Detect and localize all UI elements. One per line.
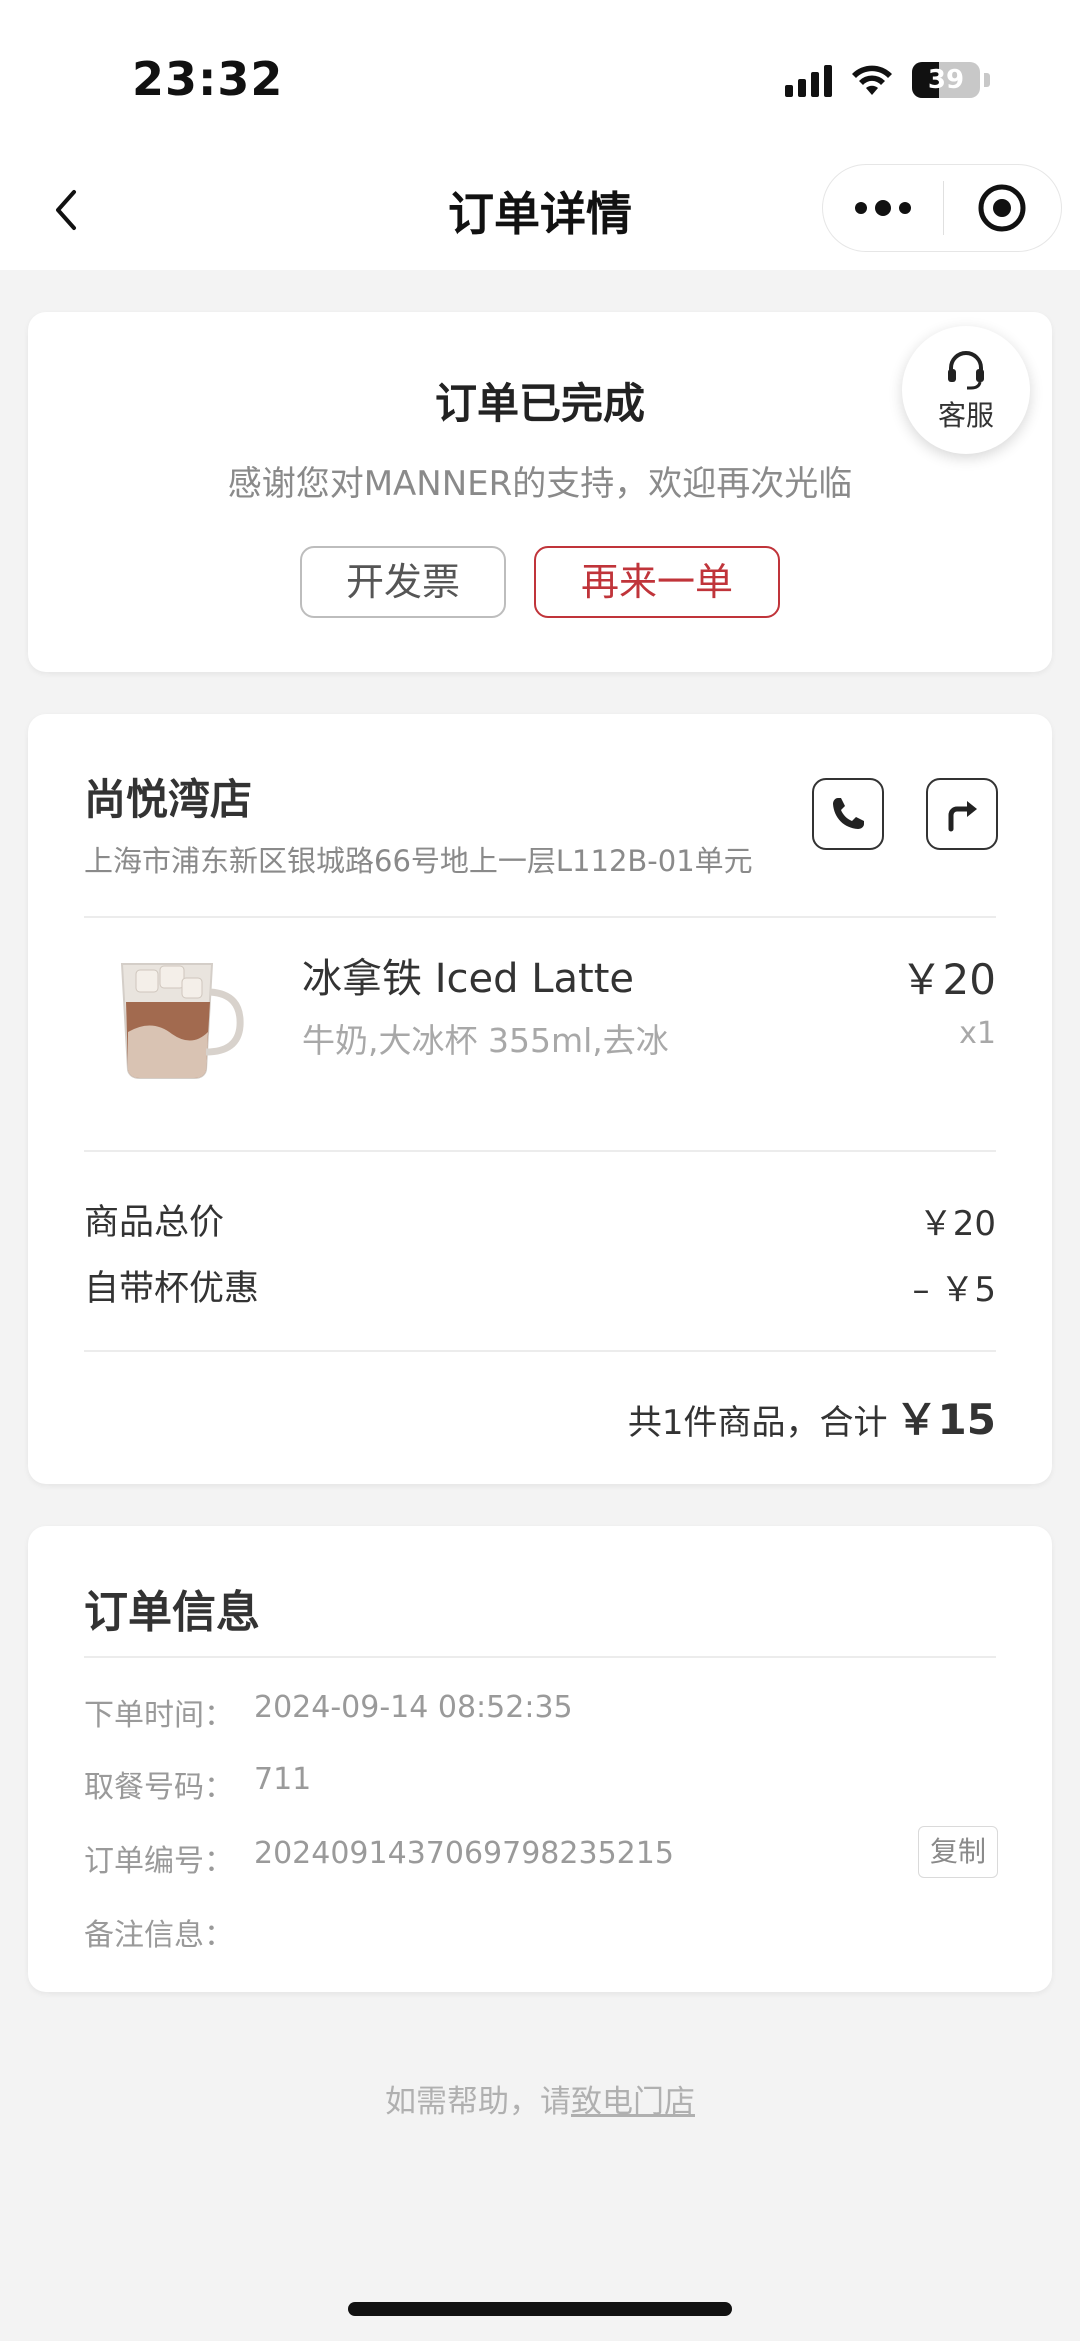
order-status-card: 订单已完成 感谢您对MANNER的支持，欢迎再次光临 开发票 再来一单 — [28, 312, 1052, 672]
copy-order-number-button[interactable]: 复制 — [918, 1826, 998, 1878]
divider — [84, 1150, 996, 1152]
order-status-title: 订单已完成 — [434, 379, 645, 428]
divider — [84, 916, 996, 918]
product-name: 冰拿铁 Iced Latte — [302, 956, 634, 1002]
battery-cap — [984, 73, 990, 87]
subtotal-label: 商品总价 — [84, 1203, 225, 1243]
pickup-number-value: 711 — [254, 1762, 312, 1797]
customer-service-label: 客服 — [937, 399, 994, 432]
turn-right-arrow-icon — [948, 801, 977, 832]
order-time-label: 下单时间： — [84, 1698, 234, 1733]
iced-latte-image — [102, 922, 270, 1090]
close-miniprogram-button[interactable] — [944, 164, 1062, 252]
call-store-button[interactable] — [812, 778, 884, 850]
order-info-title: 订单信息 — [84, 1587, 260, 1638]
battery-level: 39 — [927, 65, 965, 95]
store-address: 上海市浦东新区银城路66号地上一层L112B-01单元 — [84, 844, 753, 878]
order-number-value: 20240914370697982352​15 — [254, 1836, 674, 1871]
divider — [84, 1656, 996, 1658]
customer-service-button[interactable]: 客服 — [902, 326, 1030, 454]
phone-icon — [833, 798, 864, 829]
discount-value: – ￥5 — [912, 1270, 996, 1310]
remark-label: 备注信息： — [84, 1918, 234, 1953]
product-image — [102, 922, 270, 1090]
order-number-label: 订单编号： — [84, 1844, 234, 1879]
headset-icon — [948, 351, 984, 390]
order-time-value: 2024-09-14 08:52:35 — [254, 1690, 573, 1725]
status-bar: 23:32 39 — [0, 0, 1080, 150]
call-store-link[interactable]: 致电门店 — [571, 2084, 695, 2120]
product-price: ￥20 — [900, 955, 996, 1004]
home-indicator[interactable] — [348, 2302, 732, 2316]
status-time: 23:32 — [132, 52, 284, 106]
store-name: 尚悦湾店 — [84, 775, 253, 824]
discount-label: 自带杯优惠 — [84, 1269, 260, 1309]
invoice-button[interactable]: 开发票 — [300, 546, 506, 618]
miniprogram-capsule — [822, 164, 1062, 252]
store-card: 尚悦湾店 上海市浦东新区银城路66号地上一层L112B-01单元 冰拿铁 Ice… — [28, 714, 1052, 1484]
reorder-button[interactable]: 再来一单 — [534, 546, 780, 618]
product-quantity: x1 — [959, 1016, 996, 1051]
cellular-signal-icon — [785, 63, 832, 97]
total-value: ￥15 — [895, 1395, 996, 1444]
wifi-icon — [852, 65, 892, 95]
battery-icon: 39 — [912, 62, 980, 98]
total-prefix: 共1件商品，合计 — [627, 1403, 888, 1443]
pickup-number-label: 取餐号码： — [84, 1770, 234, 1805]
subtotal-value: ￥20 — [918, 1204, 996, 1244]
product-spec: 牛奶,大冰杯 355ml,去冰 — [302, 1021, 669, 1060]
help-prefix: 如需帮助，请 — [385, 2084, 571, 2120]
target-icon — [978, 184, 1026, 232]
order-info-card: 订单信息 下单时间： 2024-09-14 08:52:35 取餐号码： 711… — [28, 1526, 1052, 1992]
order-total: 共1件商品，合计 ￥15 — [628, 1386, 996, 1447]
navigate-button[interactable] — [926, 778, 998, 850]
thanks-message: 感谢您对MANNER的支持，欢迎再次光临 — [227, 464, 853, 504]
more-button[interactable] — [823, 164, 943, 252]
help-line: 如需帮助，请致电门店 — [0, 2076, 1080, 2121]
nav-bar: 订单详情 — [0, 150, 1080, 270]
divider — [84, 1350, 996, 1352]
status-icons: 39 — [785, 58, 990, 102]
